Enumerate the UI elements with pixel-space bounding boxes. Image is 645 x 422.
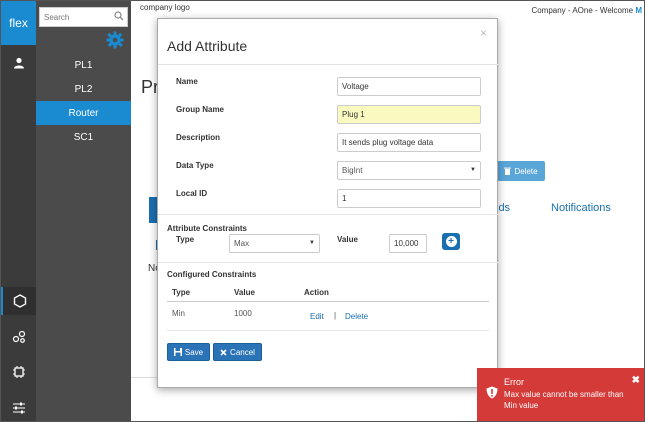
local-id-label: Local ID (176, 189, 208, 198)
modal-title: Add Attribute (167, 38, 248, 54)
gear-icon[interactable] (106, 31, 124, 51)
table-header-divider (167, 301, 489, 302)
row-type: Min (172, 309, 185, 318)
tab-notifications[interactable]: Notifications (551, 202, 611, 214)
nav-item-pl1[interactable]: PL1 (36, 53, 131, 77)
secondary-nav: PL1 PL2 Router SC1 (36, 1, 131, 421)
group-name-label: Group Name (176, 105, 225, 114)
cancel-button[interactable]: Cancel (213, 343, 262, 361)
row-action-separator: | (334, 311, 337, 320)
close-x-icon (220, 348, 227, 356)
attribute-constraints-heading: Attribute Constraints (167, 224, 247, 233)
data-type-value: BigInt (342, 166, 363, 175)
data-type-select[interactable]: BigInt ▼ (337, 161, 481, 180)
local-id-field[interactable]: 1 (337, 189, 481, 208)
company-logo: company logo (140, 3, 190, 12)
col-value-header: Value (234, 288, 255, 297)
group-name-field[interactable]: Plug 1 (337, 105, 481, 124)
save-button-label: Save (184, 347, 204, 357)
constraint-type-value: Max (234, 239, 250, 248)
toast-title: Error (504, 377, 524, 387)
plus-icon: + (445, 236, 457, 247)
constraint-value-label: Value (337, 235, 358, 244)
close-icon[interactable]: × (480, 26, 487, 40)
caret-down-icon: ▼ (309, 240, 315, 246)
save-button[interactable]: Save (167, 343, 210, 361)
search-input[interactable] (40, 8, 114, 26)
toast-message: Max value cannot be smaller than Min val… (504, 390, 624, 410)
company-label: Company - AOne - Welcome (531, 6, 636, 15)
configured-divider (158, 262, 499, 263)
hexagon-icon[interactable] (1, 287, 36, 315)
brand-logo[interactable]: flex (1, 1, 36, 45)
col-type-header: Type (172, 288, 191, 297)
caret-down-icon: ▼ (470, 167, 476, 173)
welcome-text: Company - AOne - Welcome M (531, 6, 642, 15)
description-field[interactable]: It sends plug voltage data (337, 133, 481, 152)
user-initial[interactable]: M (635, 6, 642, 15)
add-constraint-button[interactable]: + (442, 233, 460, 250)
search-box (39, 7, 128, 27)
nav-item-sc1[interactable]: SC1 (36, 125, 131, 149)
trash-icon (504, 167, 512, 175)
constraint-value-field[interactable]: 10,000 (389, 234, 427, 253)
nav-item-router[interactable]: Router (36, 101, 131, 125)
search-icon[interactable] (114, 11, 124, 23)
delete-button-label: Delete (514, 166, 538, 176)
tab-fields[interactable]: lds (496, 202, 510, 214)
description-label: Description (176, 133, 221, 142)
delete-button[interactable]: Delete (497, 161, 545, 181)
toast-close-icon[interactable]: ✖ (632, 375, 640, 386)
nav-item-pl2[interactable]: PL2 (36, 77, 131, 101)
modal-header-divider (158, 64, 499, 65)
row-delete-link[interactable]: Delete (345, 312, 368, 321)
error-toast: Error Max value cannot be smaller than M… (477, 368, 644, 421)
add-attribute-modal: Add Attribute × Name Voltage Group Name … (157, 18, 499, 388)
table-bottom-divider (167, 330, 489, 331)
constraint-type-select[interactable]: Max ▼ (229, 234, 320, 253)
data-type-label: Data Type (176, 161, 214, 170)
floppy-icon (173, 348, 182, 356)
row-value: 1000 (234, 309, 252, 318)
row-edit-link[interactable]: Edit (310, 312, 324, 321)
name-field[interactable]: Voltage (337, 77, 481, 96)
shield-alert-icon (486, 386, 498, 401)
chip-icon[interactable] (1, 358, 36, 386)
constraints-divider (158, 214, 499, 215)
col-action-header: Action (304, 288, 329, 297)
cancel-button-label: Cancel (230, 347, 255, 357)
cluster-icon[interactable] (1, 323, 36, 351)
user-icon[interactable] (1, 49, 36, 77)
constraint-type-label: Type (176, 235, 195, 244)
name-label: Name (176, 77, 198, 86)
configured-constraints-heading: Configured Constraints (167, 270, 257, 279)
icon-rail: flex (1, 1, 36, 421)
sliders-icon[interactable] (1, 394, 36, 422)
